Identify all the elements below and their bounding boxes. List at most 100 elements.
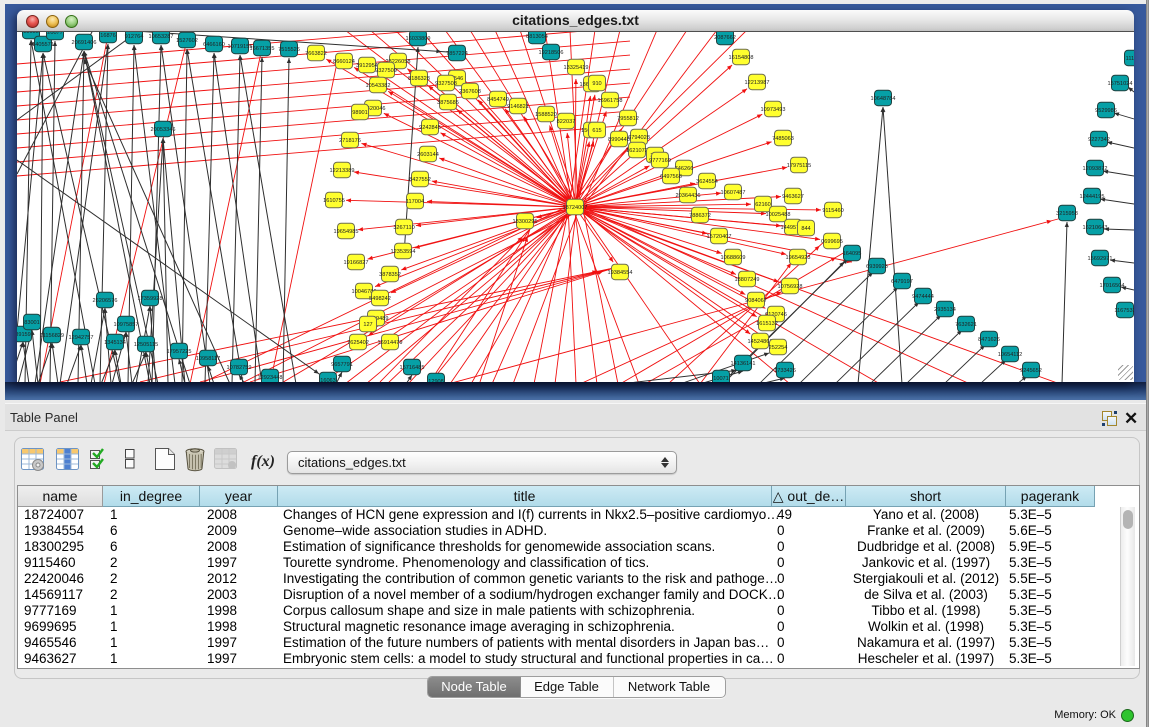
svg-text:12353594: 12353594 bbox=[391, 249, 416, 255]
svg-text:8990448: 8990448 bbox=[608, 137, 630, 143]
svg-text:10607487: 10607487 bbox=[721, 190, 746, 196]
svg-text:3878352: 3878352 bbox=[379, 272, 401, 278]
svg-text:3267110: 3267110 bbox=[393, 225, 414, 231]
svg-text:19218506: 19218506 bbox=[539, 50, 564, 56]
svg-text:19166827: 19166827 bbox=[344, 260, 369, 266]
svg-text:16033809: 16033809 bbox=[406, 36, 431, 42]
svg-text:16961758: 16961758 bbox=[598, 98, 623, 104]
svg-text:10654112: 10654112 bbox=[998, 352, 1022, 358]
svg-text:98901: 98901 bbox=[352, 110, 368, 116]
svg-text:10975857: 10975857 bbox=[114, 322, 139, 328]
svg-text:3215958: 3215958 bbox=[1056, 211, 1078, 217]
svg-text:10071: 10071 bbox=[713, 376, 729, 382]
svg-text:19654923: 19654923 bbox=[786, 255, 811, 261]
svg-text:18724007: 18724007 bbox=[563, 205, 588, 211]
svg-text:9115460: 9115460 bbox=[822, 208, 843, 214]
svg-text:10688609: 10688609 bbox=[721, 255, 746, 261]
svg-text:1345134: 1345134 bbox=[104, 340, 126, 346]
svg-text:10543382: 10543382 bbox=[366, 83, 391, 89]
svg-text:12505115: 12505115 bbox=[134, 342, 158, 348]
svg-text:252254: 252254 bbox=[769, 345, 788, 351]
svg-text:17359928: 17359928 bbox=[138, 296, 163, 302]
svg-text:14136141: 14136141 bbox=[731, 361, 756, 367]
svg-text:12942757: 12942757 bbox=[69, 335, 94, 341]
svg-text:1588520: 1588520 bbox=[535, 112, 557, 118]
svg-text:9777169: 9777169 bbox=[649, 158, 671, 164]
svg-text:1167533: 1167533 bbox=[1114, 308, 1134, 314]
svg-text:7857224: 7857224 bbox=[446, 51, 468, 57]
svg-text:12923448: 12923448 bbox=[258, 375, 283, 381]
svg-text:1615132: 1615132 bbox=[756, 321, 778, 327]
svg-text:6497568: 6497568 bbox=[660, 174, 682, 180]
svg-text:12908: 12908 bbox=[428, 379, 444, 382]
svg-text:11123: 11123 bbox=[1126, 56, 1134, 62]
svg-text:3624554: 3624554 bbox=[696, 179, 718, 185]
svg-text:7663822: 7663822 bbox=[305, 51, 327, 57]
svg-text:7485063: 7485063 bbox=[772, 136, 794, 142]
svg-text:9245652: 9245652 bbox=[1020, 368, 1042, 374]
svg-text:10973493: 10973493 bbox=[761, 107, 786, 113]
svg-text:9474444: 9474444 bbox=[912, 294, 934, 300]
svg-text:26206576: 26206576 bbox=[93, 298, 118, 304]
svg-text:18300295: 18300295 bbox=[513, 219, 538, 225]
svg-text:7515526: 7515526 bbox=[278, 47, 300, 53]
svg-text:16063: 16063 bbox=[320, 378, 336, 382]
svg-text:8660124: 8660124 bbox=[333, 59, 355, 65]
svg-text:9327509: 9327509 bbox=[375, 68, 397, 74]
svg-text:9146821: 9146821 bbox=[507, 104, 529, 110]
svg-text:8471626: 8471626 bbox=[978, 337, 1000, 343]
svg-text:13325419: 13325419 bbox=[564, 65, 589, 71]
svg-text:9327508: 9327508 bbox=[435, 81, 457, 87]
svg-text:844: 844 bbox=[801, 226, 810, 232]
svg-text:117004: 117004 bbox=[406, 199, 424, 205]
svg-text:16154808: 16154808 bbox=[729, 55, 754, 61]
svg-text:12213389: 12213389 bbox=[330, 168, 355, 174]
svg-text:16671355: 16671355 bbox=[250, 46, 275, 52]
svg-text:0699695: 0699695 bbox=[821, 239, 843, 245]
svg-text:17016504: 17016504 bbox=[1100, 283, 1125, 289]
svg-text:9227342: 9227342 bbox=[1088, 137, 1110, 143]
svg-text:8427552: 8427552 bbox=[409, 177, 431, 183]
svg-text:16876: 16876 bbox=[100, 33, 116, 39]
svg-text:15720407: 15720407 bbox=[707, 234, 732, 240]
svg-text:8454749: 8454749 bbox=[487, 97, 509, 103]
svg-text:2087662: 2087662 bbox=[714, 35, 736, 41]
svg-text:10756928: 10756928 bbox=[778, 284, 803, 290]
svg-text:11156829: 11156829 bbox=[40, 333, 64, 339]
svg-text:1527602: 1527602 bbox=[176, 38, 198, 44]
svg-text:10653287: 10653287 bbox=[149, 34, 174, 40]
svg-text:9657791: 9657791 bbox=[331, 362, 353, 368]
svg-text:1733426: 1733426 bbox=[774, 368, 796, 374]
svg-text:910: 910 bbox=[592, 81, 601, 87]
svg-text:9084067: 9084067 bbox=[745, 298, 767, 304]
svg-text:17957225: 17957225 bbox=[167, 349, 192, 355]
svg-text:10782759: 10782759 bbox=[227, 365, 252, 371]
svg-text:8813054: 8813054 bbox=[526, 34, 548, 40]
svg-text:19654985: 19654985 bbox=[334, 229, 359, 235]
svg-text:822037: 822037 bbox=[557, 119, 576, 125]
svg-text:3875685: 3875685 bbox=[437, 100, 459, 106]
svg-text:6479197: 6479197 bbox=[891, 279, 913, 285]
svg-text:7625402: 7625402 bbox=[347, 340, 369, 346]
svg-text:16914479: 16914479 bbox=[378, 340, 403, 346]
svg-text:6794028: 6794028 bbox=[628, 135, 650, 141]
svg-text:6939923: 6939923 bbox=[866, 264, 888, 270]
svg-text:83001: 83001 bbox=[24, 320, 40, 326]
svg-text:2367608: 2367608 bbox=[459, 89, 481, 95]
svg-text:9242845: 9242845 bbox=[419, 125, 441, 131]
svg-text:1405571: 1405571 bbox=[32, 42, 54, 48]
svg-text:17975115: 17975115 bbox=[787, 163, 811, 169]
svg-text:12093872: 12093872 bbox=[1083, 166, 1108, 172]
svg-text:127: 127 bbox=[363, 322, 372, 328]
svg-text:7632621: 7632621 bbox=[955, 322, 977, 328]
svg-text:12444195: 12444195 bbox=[1080, 194, 1105, 200]
svg-text:8186328: 8186328 bbox=[408, 76, 430, 82]
svg-text:15716485: 15716485 bbox=[400, 365, 425, 371]
svg-text:15751024: 15751024 bbox=[1108, 81, 1133, 87]
svg-text:9463627: 9463627 bbox=[782, 194, 804, 200]
svg-text:39159: 39159 bbox=[17, 332, 31, 338]
svg-text:7955812: 7955812 bbox=[617, 116, 639, 122]
svg-text:20364436: 20364436 bbox=[676, 193, 701, 199]
svg-text:18807249: 18807249 bbox=[735, 277, 760, 283]
svg-text:10025488: 10025488 bbox=[766, 212, 791, 218]
